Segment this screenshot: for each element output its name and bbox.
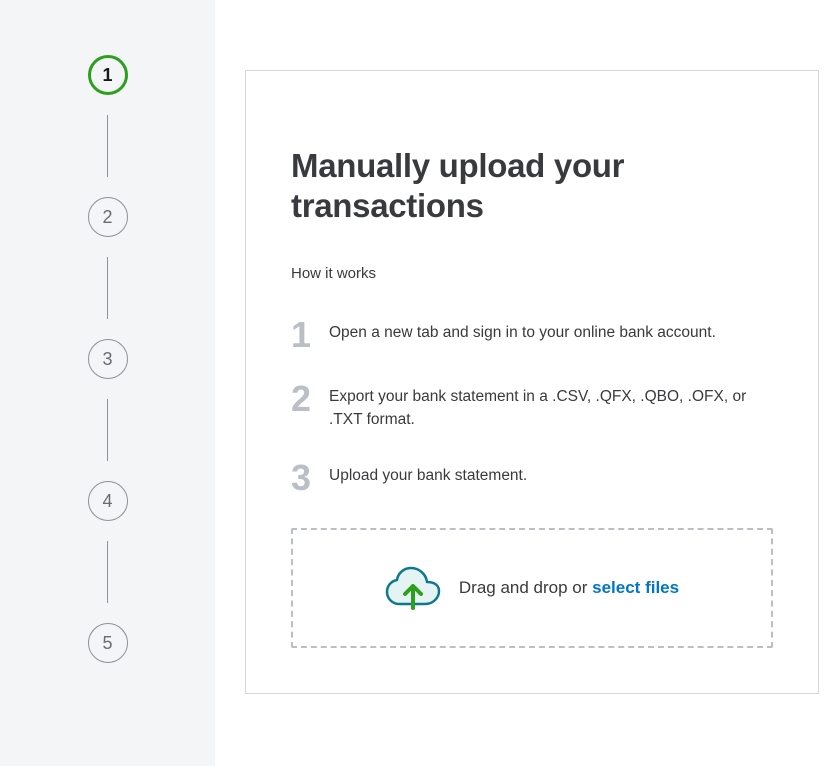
instruction-number: 1 <box>291 317 329 353</box>
step-indicator-4[interactable]: 4 <box>88 481 128 521</box>
how-it-works-subtitle: How it works <box>291 265 773 282</box>
instruction-item: 1 Open a new tab and sign in to your onl… <box>291 317 773 353</box>
step-indicator-3[interactable]: 3 <box>88 339 128 379</box>
step-indicator-5[interactable]: 5 <box>88 623 128 663</box>
instruction-text: Upload your bank statement. <box>329 460 527 487</box>
dropzone-text: Drag and drop or select files <box>459 578 679 598</box>
instruction-item: 3 Upload your bank statement. <box>291 460 773 496</box>
instruction-number: 3 <box>291 460 329 496</box>
step-connector <box>107 257 109 319</box>
dropzone-prefix: Drag and drop or <box>459 578 592 597</box>
file-dropzone[interactable]: Drag and drop or select files <box>291 528 773 648</box>
instruction-item: 2 Export your bank statement in a .CSV, … <box>291 381 773 432</box>
step-connector <box>107 541 109 603</box>
stepper-sidebar: 1 2 3 4 5 <box>0 0 215 766</box>
step-indicator-1[interactable]: 1 <box>88 55 128 95</box>
page-title: Manually upload your transactions <box>291 146 773 225</box>
instruction-text: Open a new tab and sign in to your onlin… <box>329 317 716 344</box>
step-indicator-2[interactable]: 2 <box>88 197 128 237</box>
step-connector <box>107 115 109 177</box>
select-files-link[interactable]: select files <box>592 578 679 597</box>
main-panel: Manually upload your transactions How it… <box>215 0 839 766</box>
step-connector <box>107 399 109 461</box>
content-card: Manually upload your transactions How it… <box>245 70 819 694</box>
cloud-upload-icon <box>385 560 441 616</box>
instruction-number: 2 <box>291 381 329 417</box>
instruction-text: Export your bank statement in a .CSV, .Q… <box>329 381 773 432</box>
